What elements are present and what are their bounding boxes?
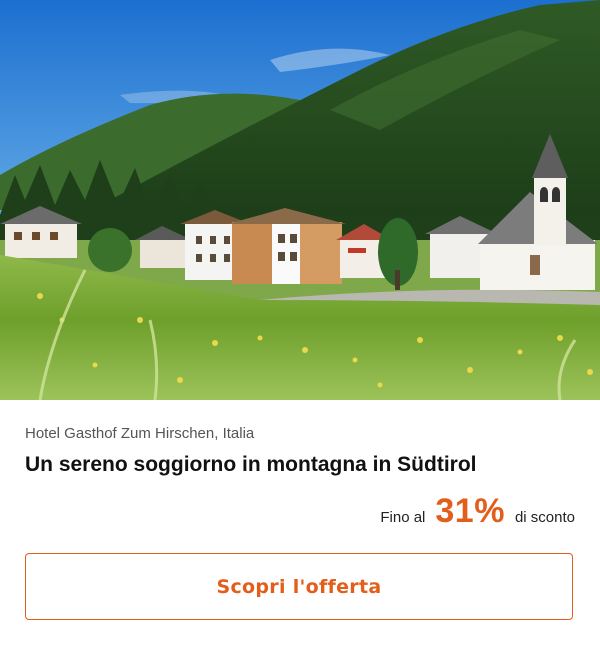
offer-title[interactable]: Un sereno soggiorno in montagna in Südti… bbox=[25, 453, 477, 477]
hotel-location: Hotel Gasthof Zum Hirschen, Italia bbox=[25, 425, 255, 442]
discount-prefix: Fino al bbox=[380, 509, 426, 526]
village-landscape-illustration bbox=[0, 0, 600, 400]
discount-value: 31% bbox=[435, 492, 505, 530]
discount-info: Fino al 31% di sconto bbox=[380, 492, 575, 531]
discount-suffix: di sconto bbox=[514, 509, 575, 526]
hero-image bbox=[0, 0, 600, 400]
offer-card[interactable]: Hotel Gasthof Zum Hirschen, Italia Un se… bbox=[0, 0, 600, 648]
discover-offer-button[interactable]: Scopri l'offerta bbox=[25, 553, 573, 620]
